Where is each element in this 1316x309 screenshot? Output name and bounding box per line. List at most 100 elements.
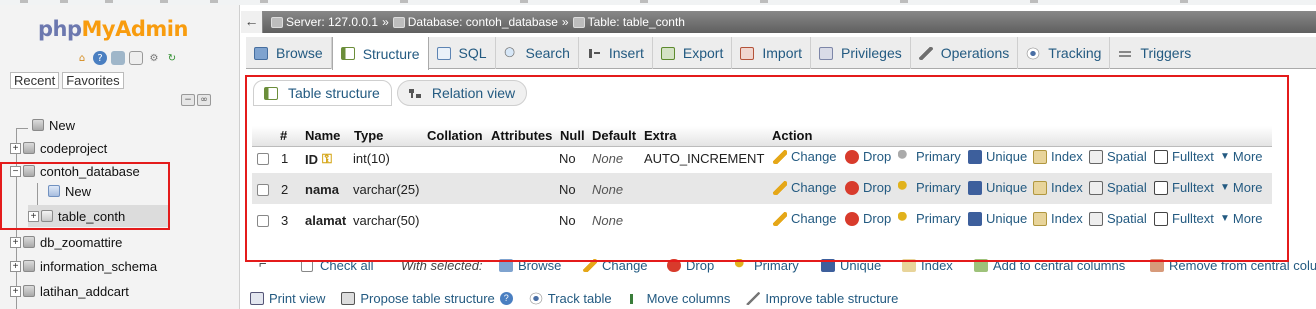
- nav-icon-bar: ⌂ ? ⚙ ↻: [75, 51, 179, 67]
- home-icon[interactable]: ⌂: [75, 51, 89, 65]
- privileges-icon: [819, 46, 834, 60]
- tab-label: SQL: [458, 45, 487, 61]
- tree-item-label: New: [49, 117, 76, 133]
- breadcrumb-separator: »: [561, 15, 569, 29]
- browse-icon: [254, 46, 268, 60]
- tree-item-label: db_zoomattire: [40, 234, 123, 250]
- tree-item-label: codeproject: [40, 140, 108, 156]
- wand-icon: [746, 292, 761, 305]
- database-icon: [23, 285, 35, 297]
- tree-item-latihan-addcart[interactable]: + latihan_addcart: [10, 280, 129, 302]
- tab-label: Search: [525, 45, 570, 61]
- main-tabs: Browse Structure SQL Search Insert Expor…: [246, 37, 1316, 70]
- move-columns-icon: [627, 292, 642, 305]
- tab-tracking[interactable]: Tracking: [1018, 37, 1111, 69]
- tree-item-new-database[interactable]: New: [28, 114, 75, 136]
- highlight-box-main: [245, 75, 1289, 262]
- move-columns-link[interactable]: Move columns: [627, 291, 731, 306]
- database-icon: [23, 236, 35, 248]
- tab-sql[interactable]: SQL: [429, 37, 496, 69]
- tab-search[interactable]: Search: [496, 37, 579, 69]
- print-icon: [250, 292, 264, 305]
- tab-operations[interactable]: Operations: [911, 37, 1019, 69]
- expand-icon[interactable]: +: [10, 142, 21, 154]
- tab-import[interactable]: Import: [732, 37, 812, 69]
- tab-label: Import: [762, 45, 803, 61]
- export-icon: [660, 46, 675, 60]
- track-table-link[interactable]: Track table: [528, 291, 612, 306]
- tab-label: Export: [682, 45, 724, 61]
- server-icon: [271, 16, 283, 28]
- link-label: Track table: [547, 291, 612, 306]
- tab-label: Structure: [362, 45, 420, 62]
- collapse-all-icon[interactable]: −: [181, 94, 195, 106]
- tree-line: [16, 128, 28, 129]
- tab-insert[interactable]: Insert: [579, 37, 653, 69]
- tab-label: Privileges: [841, 45, 902, 61]
- docs-icon[interactable]: [111, 51, 125, 65]
- logo-php-text: php: [38, 17, 82, 41]
- improve-structure-link[interactable]: Improve table structure: [746, 291, 898, 306]
- propose-icon: [341, 292, 356, 305]
- tree-item-db-zoomattire[interactable]: + db_zoomattire: [10, 231, 122, 253]
- tab-label: Operations: [940, 45, 1010, 61]
- help-icon[interactable]: ?: [499, 292, 513, 305]
- link-with-main-icon[interactable]: ∞: [197, 94, 211, 106]
- tracking-icon: [528, 292, 543, 305]
- link-label: Print view: [269, 291, 326, 306]
- import-icon: [740, 46, 755, 60]
- link-label: Propose table structure: [360, 291, 495, 306]
- print-view-link[interactable]: Print view: [250, 291, 325, 306]
- bottom-links: Print view Propose table structure? Trac…: [250, 291, 898, 306]
- tab-export[interactable]: Export: [653, 37, 733, 69]
- database-icon: [23, 260, 35, 272]
- copy-icon[interactable]: [129, 51, 143, 65]
- expand-icon[interactable]: +: [10, 260, 21, 272]
- breadcrumb: ← Server: 127.0.0.1 » Database: contoh_d…: [241, 11, 1316, 33]
- sql-icon: [436, 46, 451, 60]
- tree-item-codeproject[interactable]: + codeproject: [10, 137, 107, 159]
- favorites-tab[interactable]: Favorites: [62, 72, 124, 89]
- propose-structure-link[interactable]: Propose table structure?: [341, 291, 513, 306]
- breadcrumb-table[interactable]: Table: table_conth: [588, 15, 685, 29]
- recent-tab[interactable]: Recent: [10, 72, 60, 89]
- link-label: Move columns: [646, 291, 731, 306]
- tab-label: Tracking: [1048, 45, 1102, 61]
- highlight-box-nav: [0, 162, 170, 230]
- back-arrow-icon[interactable]: ←: [241, 11, 263, 33]
- breadcrumb-separator: »: [382, 15, 389, 29]
- breadcrumb-server[interactable]: Server: 127.0.0.1: [286, 15, 378, 29]
- search-icon: [503, 46, 518, 60]
- tab-browse[interactable]: Browse: [246, 37, 332, 69]
- help-icon[interactable]: ?: [93, 51, 107, 65]
- tab-triggers[interactable]: Triggers: [1110, 37, 1199, 69]
- logo-my-text: My: [81, 17, 116, 41]
- table-icon: [572, 16, 585, 28]
- tree-item-label: latihan_addcart: [40, 283, 129, 299]
- gear-icon[interactable]: ⚙: [147, 51, 161, 65]
- tree-item-information-schema[interactable]: + information_schema: [10, 255, 157, 277]
- tab-privileges[interactable]: Privileges: [811, 37, 911, 69]
- database-icon: [392, 16, 405, 28]
- tab-label: Triggers: [1140, 45, 1192, 61]
- reload-icon[interactable]: ↻: [165, 51, 179, 65]
- new-database-icon: [32, 119, 44, 131]
- insert-icon: [586, 46, 601, 60]
- nav-tabs: Recent Favorites: [10, 72, 124, 89]
- logo-admin-text: Admin: [115, 17, 188, 41]
- tab-structure[interactable]: Structure: [331, 37, 429, 70]
- link-label: Improve table structure: [765, 291, 899, 306]
- expand-icon[interactable]: +: [10, 236, 21, 248]
- expand-icon[interactable]: +: [10, 285, 21, 297]
- tab-label: Insert: [608, 45, 644, 61]
- breadcrumb-database[interactable]: Database: contoh_database: [408, 15, 558, 29]
- tab-label: Browse: [276, 45, 323, 61]
- database-icon: [23, 142, 35, 154]
- structure-icon: [340, 47, 355, 60]
- triggers-icon: [1118, 46, 1133, 60]
- tracking-icon: [1026, 46, 1041, 60]
- tree-item-label: information_schema: [40, 258, 158, 274]
- operations-icon: [918, 46, 933, 60]
- nav-collapse-buttons: − ∞: [181, 94, 211, 106]
- phpmyadmin-logo[interactable]: phpMyAdmin: [38, 17, 188, 41]
